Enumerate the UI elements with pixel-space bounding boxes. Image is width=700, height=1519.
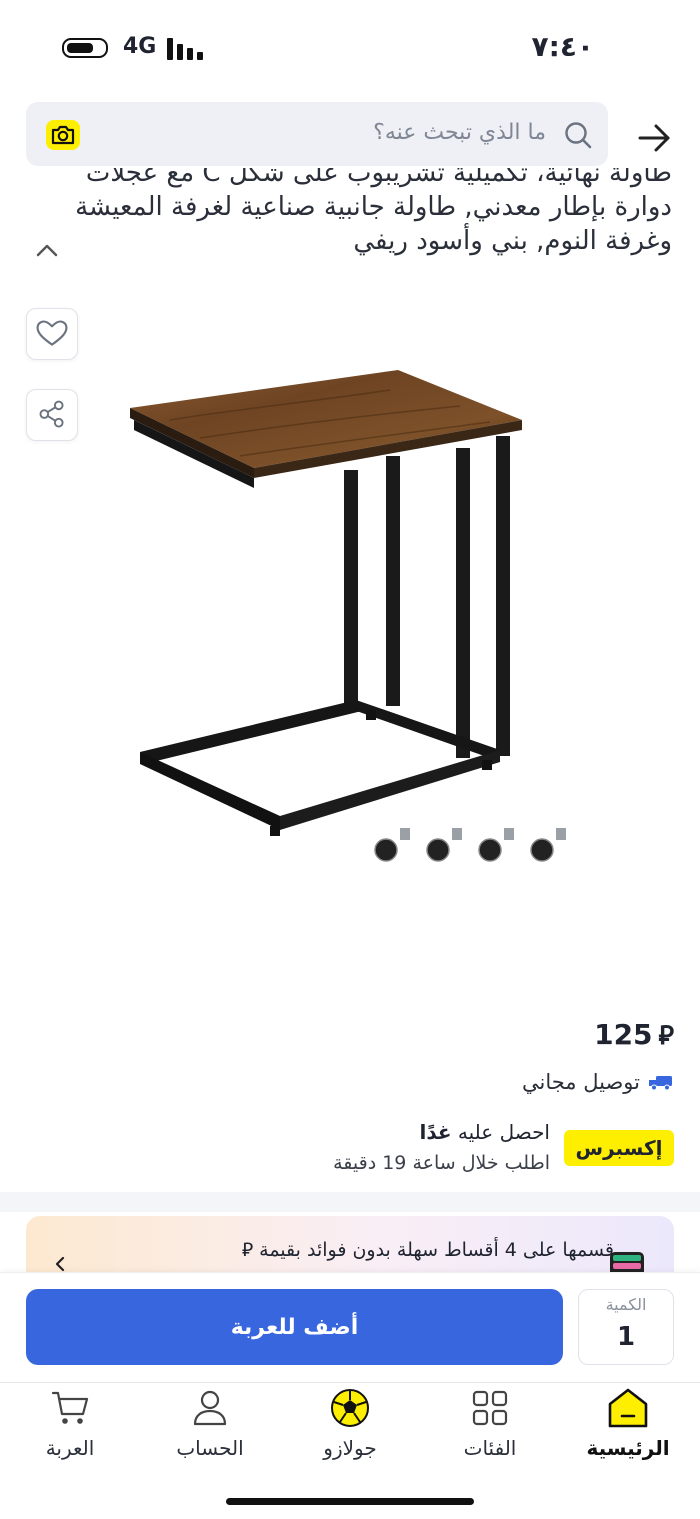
quantity-label: الكمية [605,1295,647,1314]
delivery-label: توصيل مجاني [522,1070,640,1094]
chevron-left-icon[interactable] [50,1254,70,1274]
search-icon[interactable] [562,119,594,151]
free-delivery: توصيل مجاني [522,1070,674,1094]
wishlist-button[interactable] [26,308,78,360]
nav-cart-label: العربة [45,1436,95,1460]
nav-golazo-label: جولازو [323,1436,377,1460]
clock: ٧:٤٠ [531,30,594,63]
user-icon [193,1390,227,1426]
express-countdown: اطلب خلال ساعة 19 دقيقة [333,1152,550,1174]
nav-categories-label: الفئات [463,1436,517,1460]
nav-account[interactable]: الحساب [150,1388,270,1468]
product-title: طاولة نهائية، تكميلية تشريبوب على شكل C … [75,168,672,256]
back-arrow-icon[interactable] [634,118,674,158]
heart-icon [36,320,68,346]
section-divider [0,1192,700,1212]
nav-categories[interactable]: الفئات [430,1388,550,1468]
nav-cart[interactable]: العربة [10,1388,130,1468]
share-icon [39,400,64,428]
nav-account-label: الحساب [176,1436,244,1460]
add-to-cart-button[interactable]: أضف للعربة [26,1289,563,1365]
nav-home-label: الرئيسية [586,1436,670,1460]
product-image[interactable] [130,360,590,880]
price: 125 ⃁ [594,1018,674,1052]
express-badge: إكسبرس [564,1130,674,1166]
nav-golazo[interactable]: جولازو [290,1388,410,1468]
soccer-ball-icon [331,1389,369,1427]
search-input[interactable]: ما الذي تبحث عنه؟ [373,120,546,145]
express-eta: احصل عليه غدًا [419,1120,550,1144]
grid-icon [472,1390,508,1426]
share-button[interactable] [26,389,78,441]
nav-home[interactable]: الرئيسية [568,1388,688,1468]
home-indicator[interactable] [226,1498,474,1505]
installment-text: قسمها على 4 أقساط سهلة بدون فوائد بقيمة … [241,1239,614,1261]
express-get-it: احصل عليه [457,1120,550,1144]
home-icon [608,1388,648,1428]
network-type: 4G [123,34,157,59]
camera-icon[interactable] [44,117,82,153]
cart-icon [51,1391,89,1424]
signal-icon [167,36,205,60]
chevron-up-icon[interactable] [34,238,60,264]
express-day: غدًا [419,1120,452,1144]
battery-icon [62,38,108,58]
quantity-value[interactable]: 1 [578,1322,674,1352]
price-value: 125 [594,1018,653,1051]
product-title-container: طاولة نهائية، تكميلية تشريبوب على شكل C … [72,168,672,276]
currency-symbol: ⃁ [658,1021,674,1051]
truck-icon [649,1076,672,1091]
